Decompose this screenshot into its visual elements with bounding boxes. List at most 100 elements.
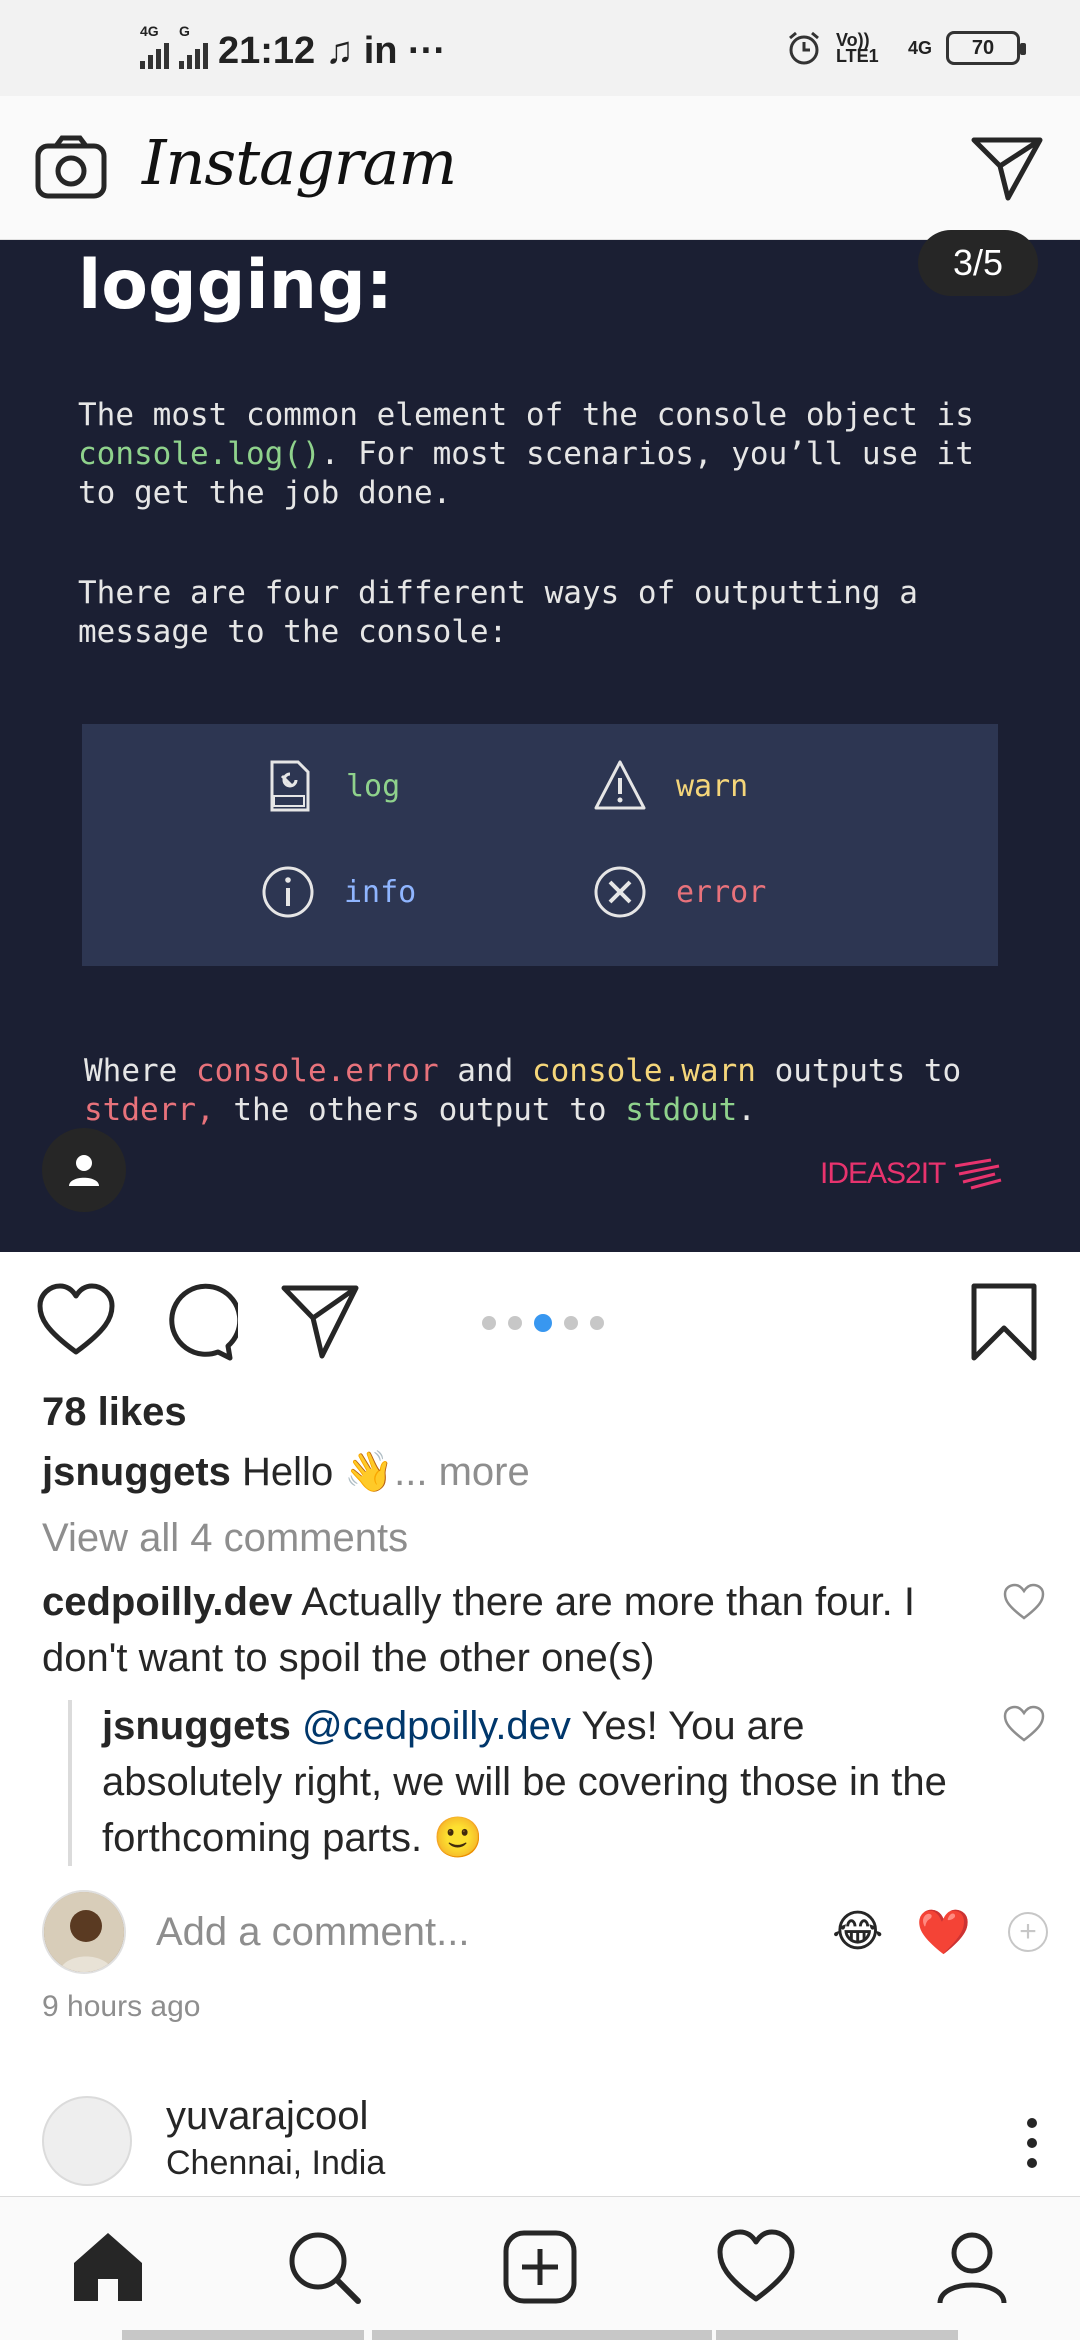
code-snippet: stderr, bbox=[84, 1092, 215, 1128]
likes-count[interactable]: 78 likes bbox=[42, 1390, 187, 1435]
method-label: warn bbox=[676, 768, 749, 804]
search-icon[interactable] bbox=[284, 2227, 364, 2307]
avatar[interactable] bbox=[42, 2096, 132, 2186]
app-header: Instagram bbox=[0, 96, 1080, 240]
gesture-bar bbox=[716, 2330, 958, 2340]
home-icon[interactable] bbox=[68, 2227, 148, 2307]
view-all-comments-link[interactable]: View all 4 comments bbox=[42, 1516, 408, 1561]
battery-icon: 70 bbox=[946, 31, 1026, 65]
code-snippet: console.warn bbox=[531, 1053, 756, 1089]
status-left: 4G G 21:12 ♫ in ··· bbox=[140, 23, 446, 73]
slide-paragraph-2: There are four different ways of outputt… bbox=[78, 574, 918, 652]
like-heart-icon[interactable] bbox=[36, 1282, 116, 1362]
alarm-icon bbox=[789, 31, 819, 65]
method-label: info bbox=[344, 874, 417, 910]
network-type-label: 4G bbox=[140, 22, 159, 39]
caption-username[interactable]: jsnuggets bbox=[42, 1450, 231, 1494]
tagged-people-button[interactable] bbox=[42, 1128, 126, 1212]
code-snippet: stdout bbox=[625, 1092, 738, 1128]
bookmark-icon[interactable] bbox=[964, 1282, 1044, 1362]
slide-text: to get the job done. bbox=[78, 475, 452, 511]
info-icon bbox=[262, 866, 314, 918]
comment-like-heart-icon[interactable] bbox=[1002, 1704, 1046, 1744]
comment-reply: jsnuggets @cedpoilly.dev Yes! You are ab… bbox=[102, 1698, 962, 1866]
carousel-dot-active bbox=[534, 1314, 552, 1332]
direct-message-icon[interactable] bbox=[970, 134, 1044, 202]
slide-title: logging: bbox=[78, 246, 393, 325]
more-options-icon[interactable] bbox=[1024, 2118, 1040, 2168]
bottom-navigation bbox=[0, 2196, 1080, 2340]
avatar bbox=[42, 1890, 126, 1974]
activity-heart-icon[interactable] bbox=[716, 2227, 796, 2307]
comment-bubble-icon[interactable] bbox=[158, 1282, 238, 1362]
carousel-dot bbox=[590, 1316, 604, 1330]
slide-text: outputs to bbox=[755, 1053, 962, 1089]
clock: 21:12 bbox=[218, 30, 316, 72]
slide-text: . For most scenarios, you’ll use it bbox=[320, 436, 974, 472]
error-icon bbox=[594, 866, 646, 918]
signal-icon: G bbox=[179, 23, 208, 69]
network-4g-label: 4G bbox=[907, 37, 932, 58]
brand-logo-icon bbox=[955, 1158, 1002, 1190]
status-right: Vo)) LTE1 4G 70 bbox=[786, 30, 1026, 66]
method-label: log bbox=[346, 768, 401, 804]
method-info: info bbox=[260, 864, 416, 920]
slide-text: message to the console: bbox=[78, 614, 508, 650]
caption-text: Hello 👋 bbox=[242, 1450, 395, 1494]
comment-username[interactable]: cedpoilly.dev bbox=[42, 1580, 292, 1624]
slide-text: and bbox=[438, 1053, 532, 1089]
slide-paragraph-3: Where console.error and console.warn out… bbox=[84, 1052, 961, 1130]
music-icon: ♫ bbox=[325, 30, 354, 72]
profile-icon[interactable] bbox=[932, 2227, 1012, 2307]
slide-counter: 3/5 bbox=[918, 230, 1038, 296]
slide-paragraph-1: The most common element of the console o… bbox=[78, 396, 974, 513]
code-snippet: console.log() bbox=[78, 436, 321, 472]
carousel-dot bbox=[482, 1316, 496, 1330]
comment-mention[interactable]: @cedpoilly.dev bbox=[302, 1704, 571, 1748]
method-label: error bbox=[676, 874, 767, 910]
next-post-location[interactable]: Chennai, India bbox=[166, 2144, 385, 2183]
gesture-bar bbox=[372, 2330, 712, 2340]
slide-text: There are four different ways of outputt… bbox=[78, 575, 918, 611]
signal-icon: 4G bbox=[140, 23, 169, 69]
next-post-username[interactable]: yuvarajcool bbox=[166, 2094, 368, 2139]
camera-icon[interactable] bbox=[34, 134, 108, 200]
share-icon[interactable] bbox=[280, 1282, 360, 1362]
comment-username[interactable]: jsnuggets bbox=[102, 1704, 291, 1748]
add-comment-row: Add a comment... 😂 ❤️ + bbox=[0, 1890, 1080, 1980]
console-methods-box: log warn info error bbox=[82, 724, 998, 966]
log-file-icon bbox=[270, 760, 310, 812]
brand-watermark-text: IDEAS2IT bbox=[820, 1157, 946, 1190]
post-actions bbox=[0, 1252, 1080, 1392]
carousel-indicator bbox=[482, 1314, 604, 1332]
post-caption: jsnuggets Hello 👋... more bbox=[42, 1448, 530, 1495]
status-extra: in ··· bbox=[363, 30, 446, 72]
avatar-photo bbox=[44, 1892, 124, 1972]
code-snippet: console.error bbox=[195, 1053, 439, 1089]
app-logo: Instagram bbox=[142, 126, 457, 199]
warning-icon bbox=[594, 760, 646, 810]
new-post-icon[interactable] bbox=[500, 2227, 580, 2307]
quick-emoji-heart[interactable]: ❤️ bbox=[916, 1906, 971, 1958]
brand-watermark: IDEAS2IT bbox=[820, 1156, 1005, 1192]
status-bar: 4G G 21:12 ♫ in ··· Vo)) LTE1 4G 70 bbox=[0, 0, 1080, 96]
caption-more-link[interactable]: ... more bbox=[394, 1450, 530, 1494]
method-log: log bbox=[262, 758, 400, 814]
person-icon bbox=[69, 1155, 99, 1186]
volte-label: Vo)) LTE1 bbox=[835, 30, 879, 66]
slide-text: the others output to bbox=[214, 1092, 626, 1128]
carousel-dot bbox=[564, 1316, 578, 1330]
battery-level: 70 bbox=[971, 36, 995, 59]
reply-thread-line bbox=[68, 1700, 72, 1866]
slide-text: . bbox=[737, 1092, 756, 1128]
comment: cedpoilly.dev Actually there are more th… bbox=[42, 1574, 962, 1686]
network-type-label: G bbox=[179, 22, 190, 39]
method-warn: warn bbox=[592, 758, 748, 814]
method-error: error bbox=[592, 864, 766, 920]
post-image[interactable]: logging: The most common element of the … bbox=[0, 240, 1080, 1252]
carousel-dot bbox=[508, 1316, 522, 1330]
comment-like-heart-icon[interactable] bbox=[1002, 1582, 1046, 1622]
add-comment-input[interactable]: Add a comment... bbox=[156, 1910, 469, 1955]
quick-emoji-laugh[interactable]: 😂 bbox=[832, 1906, 883, 1957]
more-emoji-plus-icon[interactable]: + bbox=[1008, 1912, 1048, 1952]
